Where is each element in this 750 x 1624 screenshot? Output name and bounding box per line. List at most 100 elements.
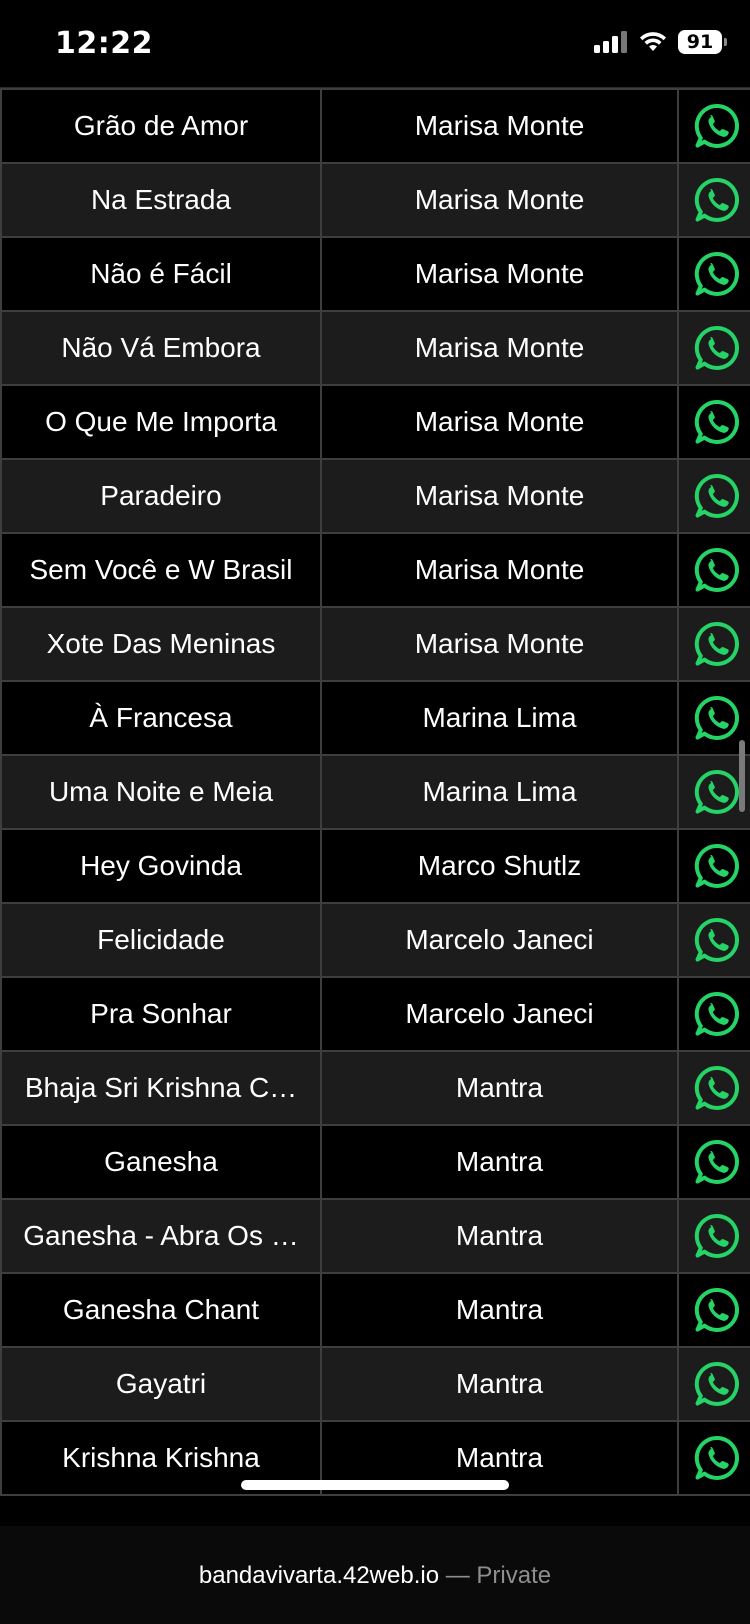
song-title-cell: O Que Me Importa [0, 384, 322, 460]
whatsapp-icon[interactable] [693, 694, 741, 742]
whatsapp-icon[interactable] [693, 990, 741, 1038]
whatsapp-icon[interactable] [693, 102, 741, 150]
song-title-cell: Na Estrada [0, 162, 322, 238]
whatsapp-icon[interactable] [693, 1138, 741, 1186]
table-row: Ganesha Mantra [0, 1124, 750, 1200]
whatsapp-icon[interactable] [693, 842, 741, 890]
whatsapp-icon[interactable] [693, 916, 741, 964]
artist-cell: Marisa Monte [320, 532, 679, 608]
artist-cell: Mantra [320, 1272, 679, 1348]
artist-cell: Mantra [320, 1198, 679, 1274]
song-title-cell: Hey Govinda [0, 828, 322, 904]
url-display[interactable]: bandavivarta.42web.io — Private [0, 1562, 750, 1590]
song-title-cell: À Francesa [0, 680, 322, 756]
whatsapp-icon[interactable] [693, 324, 741, 372]
cellular-signal-icon [594, 31, 627, 53]
artist-cell: Marisa Monte [320, 458, 679, 534]
status-icons: 91 [594, 30, 727, 54]
table-row: Hey Govinda Marco Shutlz [0, 828, 750, 904]
table-row: Pra Sonhar Marcelo Janeci [0, 976, 750, 1052]
artist-cell: Mantra [320, 1050, 679, 1126]
artist-cell: Mantra [320, 1124, 679, 1200]
table-row: Na Estrada Marisa Monte [0, 162, 750, 238]
battery-indicator: 91 [678, 30, 727, 54]
artist-cell: Marisa Monte [320, 236, 679, 312]
song-title-cell: Grão de Amor [0, 88, 322, 164]
song-title-cell: Gayatri [0, 1346, 322, 1422]
artist-cell: Marcelo Janeci [320, 976, 679, 1052]
share-cell [677, 902, 750, 978]
song-title-cell: Ganesha Chant [0, 1272, 322, 1348]
scrollbar-thumb[interactable] [739, 740, 745, 812]
share-cell [677, 88, 750, 164]
whatsapp-icon[interactable] [693, 1064, 741, 1112]
share-cell [677, 976, 750, 1052]
home-indicator[interactable] [241, 1480, 509, 1490]
share-cell [677, 1050, 750, 1126]
artist-cell: Marina Lima [320, 754, 679, 830]
whatsapp-icon[interactable] [693, 1286, 741, 1334]
table-row: Paradeiro Marisa Monte [0, 458, 750, 534]
song-title-cell: Ganesha - Abra Os … [0, 1198, 322, 1274]
status-bar: 12:22 91 [0, 0, 750, 88]
table-row: Não Vá Embora Marisa Monte [0, 310, 750, 386]
share-cell [677, 1124, 750, 1200]
song-title-cell: Felicidade [0, 902, 322, 978]
artist-cell: Mantra [320, 1346, 679, 1422]
artist-cell: Marisa Monte [320, 310, 679, 386]
status-time: 12:22 [55, 26, 153, 61]
artist-cell: Marisa Monte [320, 162, 679, 238]
table-row: À Francesa Marina Lima [0, 680, 750, 756]
whatsapp-icon[interactable] [693, 472, 741, 520]
whatsapp-icon[interactable] [693, 398, 741, 446]
share-cell [677, 1198, 750, 1274]
artist-cell: Marisa Monte [320, 606, 679, 682]
whatsapp-icon[interactable] [693, 1434, 741, 1482]
whatsapp-icon[interactable] [693, 768, 741, 816]
whatsapp-icon[interactable] [693, 1212, 741, 1260]
table-row: Bhaja Sri Krishna C… Mantra [0, 1050, 750, 1126]
song-title-cell: Paradeiro [0, 458, 322, 534]
song-title-cell: Ganesha [0, 1124, 322, 1200]
song-title-cell: Sem Você e W Brasil [0, 532, 322, 608]
whatsapp-icon[interactable] [693, 176, 741, 224]
share-cell [677, 1346, 750, 1422]
share-cell [677, 310, 750, 386]
table-row: O Que Me Importa Marisa Monte [0, 384, 750, 460]
table-row: Gayatri Mantra [0, 1346, 750, 1422]
private-label: — Private [445, 1562, 552, 1589]
song-title-cell: Bhaja Sri Krishna C… [0, 1050, 322, 1126]
table-row: Grão de Amor Marisa Monte [0, 88, 750, 164]
table-row: Xote Das Meninas Marisa Monte [0, 606, 750, 682]
table-row: Ganesha Chant Mantra [0, 1272, 750, 1348]
whatsapp-icon[interactable] [693, 620, 741, 668]
wifi-icon [640, 32, 666, 51]
song-title-cell: Xote Das Meninas [0, 606, 322, 682]
song-table-container[interactable]: Grão de Amor Marisa Monte Na Estrada Marisa… [0, 88, 750, 1526]
artist-cell: Marcelo Janeci [320, 902, 679, 978]
share-cell [677, 828, 750, 904]
share-cell [677, 236, 750, 312]
url-host: bandavivarta.42web.io [198, 1562, 440, 1589]
table-row: Uma Noite e Meia Marina Lima [0, 754, 750, 830]
whatsapp-icon[interactable] [693, 250, 741, 298]
table-row: Sem Você e W Brasil Marisa Monte [0, 532, 750, 608]
artist-cell: Marisa Monte [320, 384, 679, 460]
whatsapp-icon[interactable] [693, 1360, 741, 1408]
song-title-cell: Não Vá Embora [0, 310, 322, 386]
share-cell [677, 1420, 750, 1496]
table-row: Felicidade Marcelo Janeci [0, 902, 750, 978]
browser-bottom-bar: bandavivarta.42web.io — Private [0, 1526, 750, 1624]
song-title-cell: Uma Noite e Meia [0, 754, 322, 830]
share-cell [677, 162, 750, 238]
share-cell [677, 606, 750, 682]
share-cell [677, 532, 750, 608]
table-row: Não é Fácil Marisa Monte [0, 236, 750, 312]
share-cell [677, 384, 750, 460]
share-cell [677, 1272, 750, 1348]
whatsapp-icon[interactable] [693, 546, 741, 594]
artist-cell: Marco Shutlz [320, 828, 679, 904]
song-table: Grão de Amor Marisa Monte Na Estrada Marisa… [0, 88, 750, 1496]
battery-level: 91 [686, 31, 714, 53]
table-row: Ganesha - Abra Os … Mantra [0, 1198, 750, 1274]
